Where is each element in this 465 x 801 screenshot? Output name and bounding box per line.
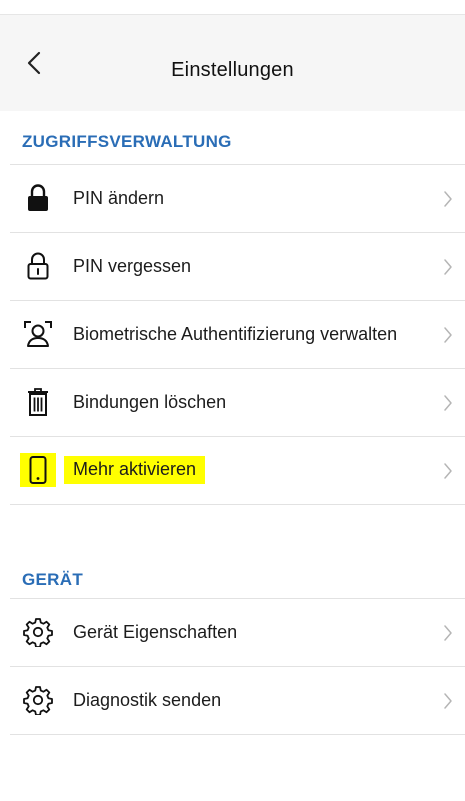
chevron-right-icon bbox=[444, 191, 452, 207]
gear-icon bbox=[22, 684, 54, 716]
settings-item-label: Bindungen löschen bbox=[73, 392, 227, 412]
section-header-access: ZUGRIFFSVERWALTUNG bbox=[22, 132, 232, 151]
settings-item-label: Biometrische Authentifizierung verwalten bbox=[73, 324, 398, 344]
chevron-right-icon bbox=[444, 395, 452, 411]
settings-item-forgot-pin[interactable]: PIN vergessen bbox=[10, 232, 465, 301]
settings-item-label: Diagnostik senden bbox=[73, 690, 222, 710]
trash-icon bbox=[22, 386, 54, 418]
navigation-bar: Einstellungen bbox=[0, 14, 465, 111]
settings-screen: Einstellungen ZUGRIFFSVERWALTUNG PIN änd… bbox=[0, 0, 465, 801]
lock-open-icon bbox=[22, 250, 54, 282]
divider bbox=[10, 734, 465, 735]
section-header-device: GERÄT bbox=[22, 570, 83, 589]
chevron-right-icon bbox=[444, 259, 452, 275]
settings-item-change-pin[interactable]: PIN ändern bbox=[10, 164, 465, 233]
settings-item-biometric[interactable]: Biometrische Authentifizierung verwalten bbox=[10, 300, 465, 369]
face-scan-icon bbox=[22, 318, 54, 350]
settings-item-label: PIN vergessen bbox=[73, 256, 192, 276]
chevron-right-icon bbox=[444, 463, 452, 479]
phone-icon bbox=[20, 453, 56, 487]
chevron-right-icon bbox=[444, 693, 452, 709]
chevron-right-icon bbox=[444, 327, 452, 343]
chevron-right-icon bbox=[444, 625, 452, 641]
settings-item-activate-more[interactable]: Mehr aktivieren bbox=[10, 436, 465, 505]
settings-item-label: PIN ändern bbox=[73, 188, 165, 208]
gear-icon bbox=[22, 616, 54, 648]
status-strip bbox=[0, 0, 465, 14]
settings-item-device-properties[interactable]: Gerät Eigenschaften bbox=[10, 598, 465, 667]
lock-closed-icon bbox=[22, 182, 54, 214]
settings-item-label: Mehr aktivieren bbox=[64, 456, 206, 484]
settings-item-label: Gerät Eigenschaften bbox=[73, 622, 238, 642]
settings-item-send-diagnostics[interactable]: Diagnostik senden bbox=[10, 666, 465, 735]
divider bbox=[10, 504, 465, 505]
settings-item-delete-bindings[interactable]: Bindungen löschen bbox=[10, 368, 465, 437]
page-title: Einstellungen bbox=[171, 59, 294, 81]
